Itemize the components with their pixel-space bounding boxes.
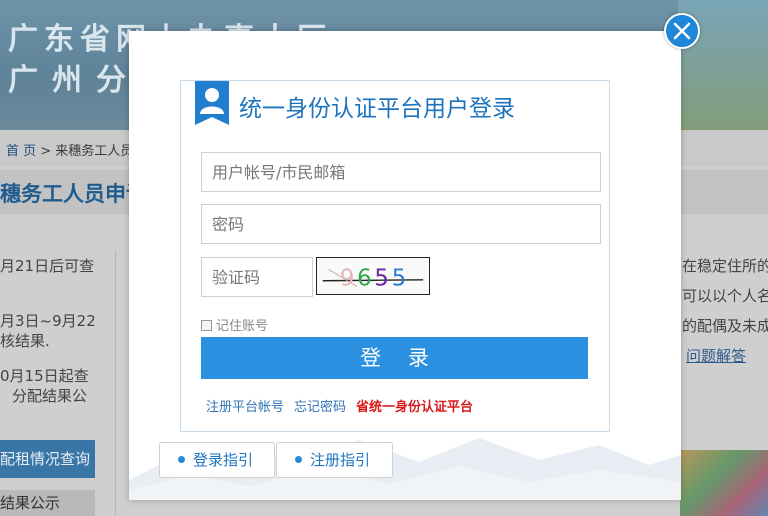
decorative-graphic <box>680 450 768 516</box>
notice-line: 月21日后可查 <box>0 257 95 275</box>
notice-line: 0月15日起查 <box>0 367 89 385</box>
login-button[interactable]: 登 录 <box>201 337 588 379</box>
notice-line: 分配结果公 <box>12 387 88 405</box>
login-panel: 统一身份认证平台用户登录 9655 记住账号 登 录 注册平台帐号忘记密码省统一… <box>180 80 610 432</box>
remember-checkbox[interactable] <box>201 320 212 331</box>
login-guide-button[interactable]: 登录指引 <box>159 442 275 478</box>
bullet-icon <box>178 456 185 463</box>
info-line: 可以以个人名 <box>682 287 768 305</box>
password-input[interactable] <box>201 204 601 244</box>
remember-account[interactable]: 记住账号 <box>201 315 268 334</box>
forgot-password-link[interactable]: 忘记密码 <box>294 400 346 415</box>
svg-text:9655: 9655 <box>340 265 409 291</box>
register-guide-button[interactable]: 注册指引 <box>276 442 393 478</box>
notice-line: 核结果. <box>0 332 50 350</box>
column-divider <box>115 250 116 516</box>
breadcrumb: 首 页 > 来穗务工人员… <box>6 140 146 159</box>
notice-line: 月3日~9月22 <box>0 312 96 330</box>
close-button[interactable] <box>664 13 700 49</box>
login-guide-label: 登录指引 <box>193 451 254 469</box>
provincial-platform-link[interactable]: 省统一身份认证平台 <box>356 400 473 415</box>
user-icon <box>195 81 229 125</box>
info-line: 的配偶及未成 <box>682 317 768 335</box>
remember-label: 记住账号 <box>216 319 269 334</box>
register-account-link[interactable]: 注册平台帐号 <box>206 400 284 415</box>
captcha-input[interactable] <box>201 257 313 297</box>
username-input[interactable] <box>201 152 601 192</box>
result-publicity-tab[interactable]: 结果公示 <box>0 490 95 516</box>
faq-link[interactable]: 问题解答 <box>686 345 746 366</box>
bullet-icon <box>295 456 302 463</box>
close-icon <box>673 22 691 40</box>
rental-status-query-button[interactable]: 配租情况查询 <box>0 440 95 478</box>
login-title: 统一身份认证平台用户登录 <box>239 96 515 122</box>
captcha-image[interactable]: 9655 <box>316 257 430 295</box>
login-links: 注册平台帐号 忘记密码 省统一身份认证平台 <box>206 396 483 415</box>
breadcrumb-home-link[interactable]: 首 页 <box>6 144 36 159</box>
login-modal: 统一身份认证平台用户登录 9655 记住账号 登 录 注册平台帐号忘记密码省统一… <box>129 31 681 500</box>
register-guide-label: 注册指引 <box>310 451 371 469</box>
info-line: 在稳定住所的手 <box>682 257 768 275</box>
